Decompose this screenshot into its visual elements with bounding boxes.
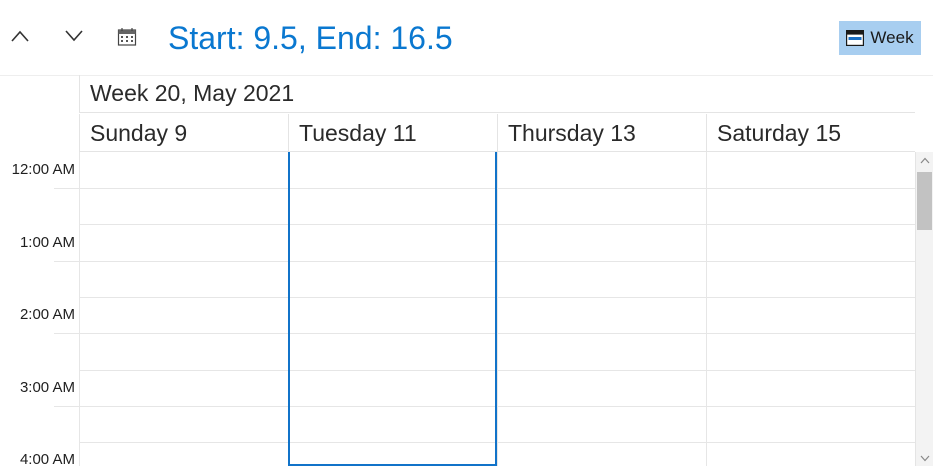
day-header-saturday[interactable]: Saturday 15 (706, 114, 915, 152)
previous-button[interactable] (8, 24, 32, 48)
vertical-scrollbar[interactable] (915, 152, 933, 466)
time-label: 3:00 AM (19, 379, 75, 396)
scroll-thumb[interactable] (917, 172, 932, 230)
scroll-up-button[interactable] (916, 152, 933, 168)
day-label: Tuesday 11 (299, 120, 417, 146)
selected-day-column[interactable] (288, 152, 497, 466)
calendar-picker-button[interactable] (116, 26, 138, 48)
day-header-sunday[interactable]: Sunday 9 (79, 114, 288, 152)
hour-line (79, 370, 915, 371)
hour-line (79, 442, 915, 443)
time-tick (54, 333, 79, 334)
half-hour-line (79, 188, 915, 189)
day-label: Thursday 13 (508, 120, 636, 146)
day-header-thursday[interactable]: Thursday 13 (497, 114, 706, 152)
toolbar: Start: 9.5, End: 16.5 Week (0, 0, 933, 76)
day-label: Saturday 15 (717, 120, 842, 146)
week-view-label: Week (870, 28, 914, 47)
time-tick (54, 406, 79, 407)
day-label: Sunday 9 (90, 120, 188, 146)
time-label: 4:00 AM (19, 451, 75, 466)
time-tick (54, 261, 79, 262)
day-column-divider (79, 152, 80, 466)
day-header-tuesday[interactable]: Tuesday 11 (288, 114, 497, 152)
time-label: 1:00 AM (19, 234, 75, 251)
half-hour-line (79, 406, 915, 407)
chevron-up-icon (11, 30, 29, 42)
scroll-down-button[interactable] (916, 450, 933, 466)
scroll-up-arrow-icon (920, 157, 929, 163)
week-header: Week 20, May 2021 (79, 75, 915, 113)
half-hour-line (79, 333, 915, 334)
calendar-icon (117, 28, 137, 46)
next-button[interactable] (62, 24, 86, 48)
day-column-divider (706, 152, 707, 466)
chevron-down-icon (65, 30, 83, 42)
time-label: 12:00 AM (11, 161, 75, 178)
day-header-row: Sunday 9 Tuesday 11 Thursday 13 Saturday… (79, 114, 915, 152)
half-hour-line (79, 261, 915, 262)
time-label: 2:00 AM (19, 306, 75, 323)
time-tick (54, 188, 79, 189)
week-label: Week 20, May 2021 (90, 80, 295, 106)
scroll-down-arrow-icon (920, 455, 929, 461)
time-grid[interactable]: 12:00 AM 1:00 AM 2:00 AM 3:00 AM 4:00 AM (0, 152, 915, 466)
week-view-button[interactable]: Week (839, 21, 921, 55)
hour-line (79, 297, 915, 298)
day-column-divider (497, 152, 498, 466)
date-range-title: Start: 9.5, End: 16.5 (168, 20, 453, 56)
hour-line (79, 224, 915, 225)
calendar-week-icon (846, 30, 865, 46)
